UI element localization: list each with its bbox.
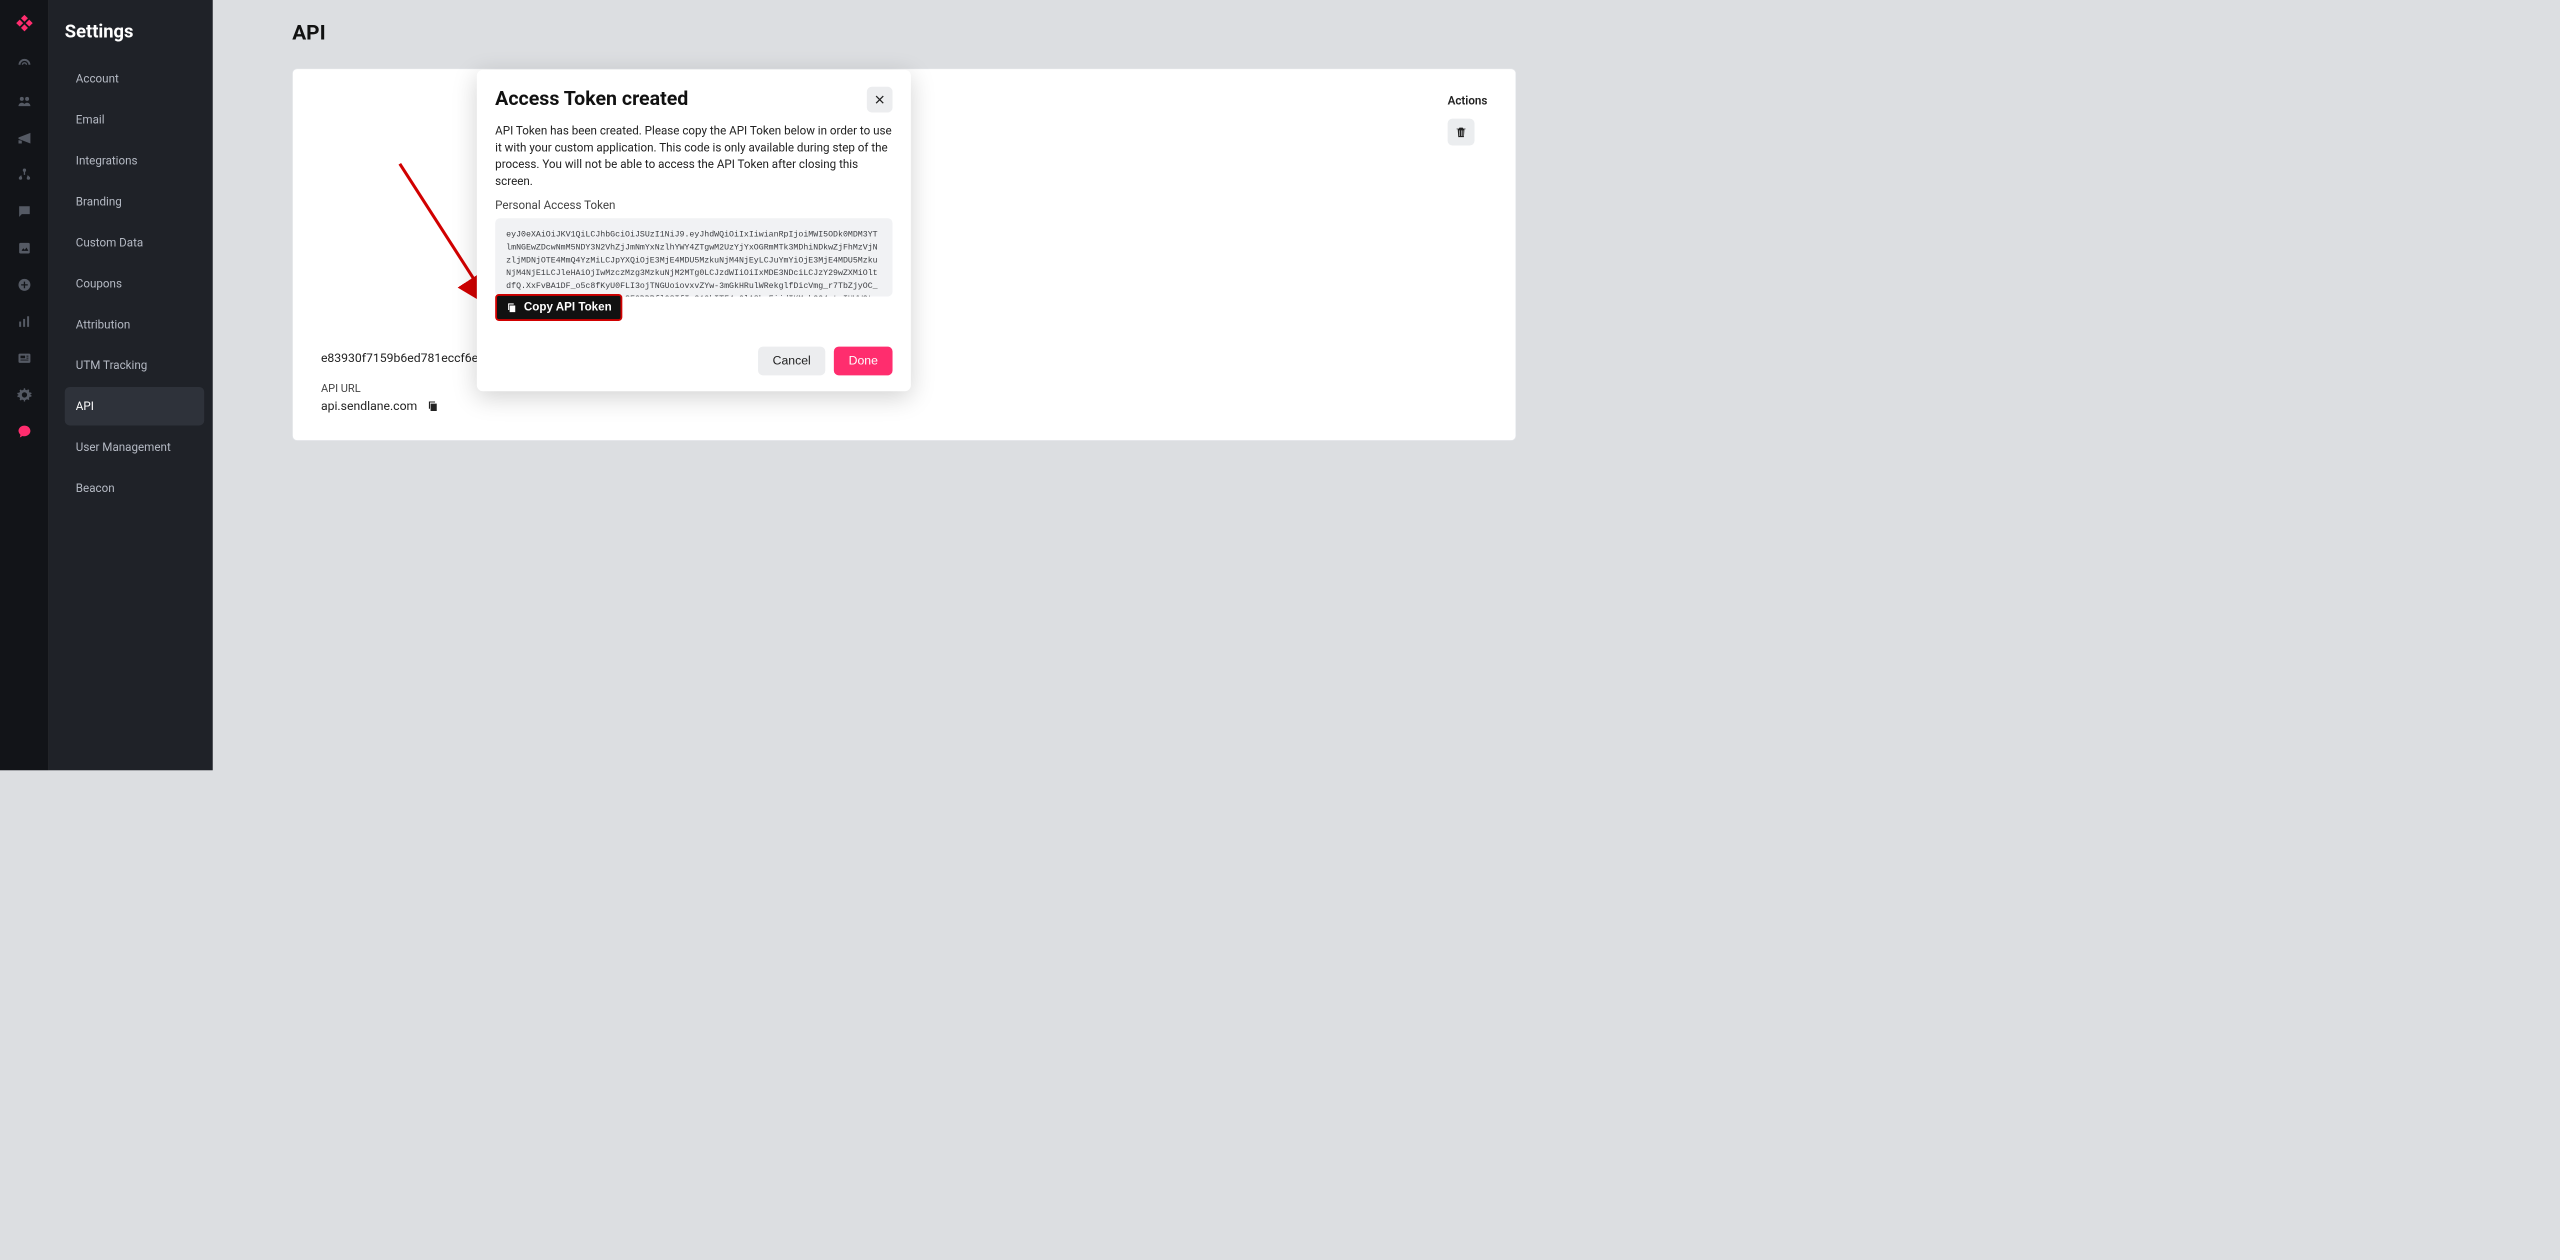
- copy-icon[interactable]: [426, 399, 439, 412]
- actions-header: Actions: [1448, 94, 1488, 108]
- analytics-icon[interactable]: [10, 307, 39, 336]
- news-icon[interactable]: [10, 344, 39, 373]
- reviews-icon[interactable]: [10, 197, 39, 226]
- sidebar-item-user-management[interactable]: User Management: [65, 428, 204, 467]
- sidebar-item-attribution[interactable]: Attribution: [65, 305, 204, 344]
- sidebar-item-email[interactable]: Email: [65, 100, 204, 139]
- page-title: API: [292, 21, 1516, 45]
- modal-description: API Token has been created. Please copy …: [495, 122, 892, 189]
- sidebar-title: Settings: [65, 21, 204, 42]
- close-button[interactable]: [867, 87, 893, 113]
- token-label: Personal Access Token: [495, 198, 892, 212]
- brand-logo-icon: [13, 13, 35, 35]
- gear-icon[interactable]: [10, 380, 39, 409]
- settings-sidebar: Settings Account Email Integrations Bran…: [49, 0, 213, 770]
- sidebar-item-utm-tracking[interactable]: UTM Tracking: [65, 346, 204, 385]
- sidebar-item-api[interactable]: API: [65, 387, 204, 426]
- modal-title: Access Token created: [495, 87, 688, 110]
- cancel-button[interactable]: Cancel: [758, 347, 825, 376]
- content-icon[interactable]: [10, 234, 39, 263]
- done-button[interactable]: Done: [834, 347, 893, 376]
- access-token-modal: Access Token created API Token has been …: [477, 70, 911, 392]
- sidebar-item-branding[interactable]: Branding: [65, 182, 204, 221]
- delete-button[interactable]: [1448, 119, 1475, 146]
- automations-icon[interactable]: [10, 160, 39, 189]
- close-icon: [874, 94, 886, 106]
- sidebar-item-custom-data[interactable]: Custom Data: [65, 223, 204, 262]
- sidebar-item-account[interactable]: Account: [65, 59, 204, 98]
- copy-icon: [506, 301, 518, 313]
- plus-circle-icon[interactable]: [10, 270, 39, 299]
- sidebar-item-integrations[interactable]: Integrations: [65, 141, 204, 180]
- campaigns-icon[interactable]: [10, 123, 39, 152]
- copy-api-token-button[interactable]: Copy API Token: [495, 294, 622, 321]
- sidebar-item-coupons[interactable]: Coupons: [65, 264, 204, 303]
- main-content: API Actions e83930f7159b6ed781eccf6e0d8d…: [213, 0, 1565, 770]
- chat-icon[interactable]: [10, 417, 39, 446]
- sidebar-item-beacon[interactable]: Beacon: [65, 469, 204, 508]
- icon-rail: [0, 0, 49, 770]
- trash-icon: [1454, 125, 1467, 138]
- audience-icon[interactable]: [10, 87, 39, 116]
- api-url-value: api.sendlane.com: [321, 399, 1487, 414]
- dashboard-icon[interactable]: [10, 50, 39, 79]
- token-value[interactable]: eyJ0eXAiOiJKV1QiLCJhbGciOiJSUzI1NiJ9.eyJ…: [495, 218, 892, 296]
